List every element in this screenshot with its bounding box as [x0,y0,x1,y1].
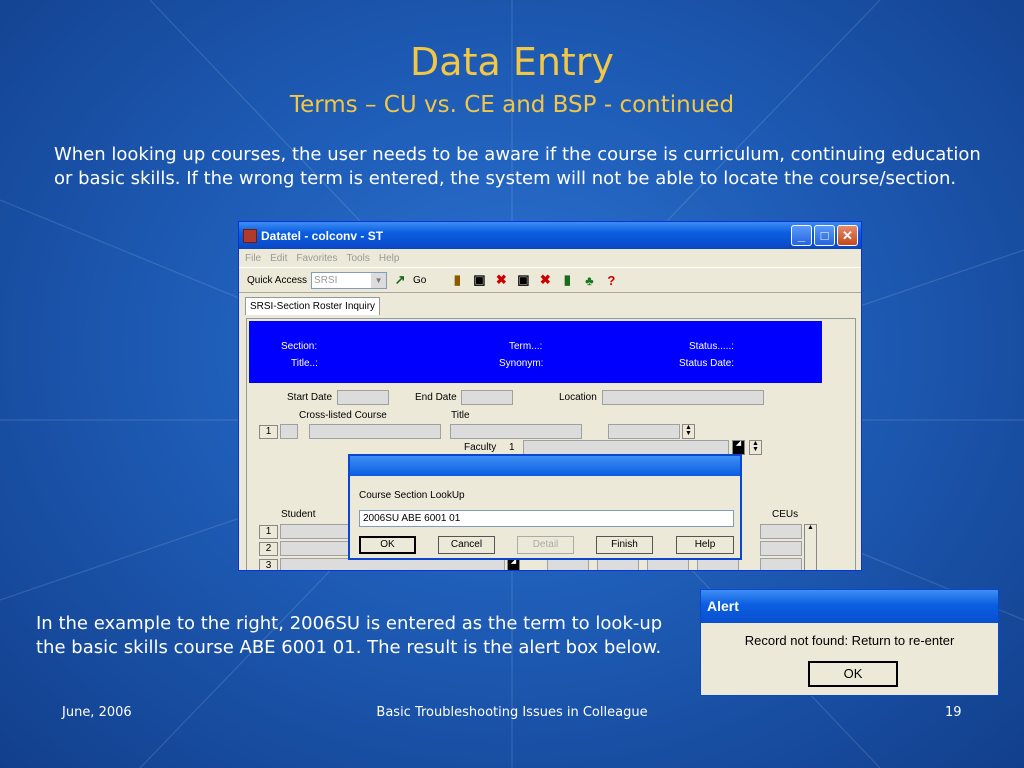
menu-tools[interactable]: Tools [346,253,369,264]
window-titlebar[interactable]: Datatel - colconv - ST _ □ ✕ [239,222,861,249]
detail-button[interactable]: Detail [517,536,574,554]
section-label: Section: [281,341,318,352]
row-number: 1 [259,425,278,439]
status-date-label: Status Date: [679,358,735,369]
maximize-button[interactable]: □ [814,225,835,246]
footer-title: Basic Troubleshooting Issues in Colleagu… [376,705,648,720]
alert-title: Alert [701,590,998,623]
ceus-field-1[interactable] [760,524,802,539]
cancel-all-icon[interactable]: ✖ [536,271,554,289]
alert-message: Record not found: Return to re-enter [744,633,955,648]
cross-spinner[interactable]: ▲ ▼ [682,424,695,439]
tab-section-roster-inquiry[interactable]: SRSI-Section Roster Inquiry [245,297,381,315]
student-field-2[interactable] [280,541,350,556]
alert-ok-button[interactable]: OK [808,661,898,687]
student-label: Student [281,509,316,520]
faculty-lookup-icon[interactable]: ◢ [732,440,745,455]
location-label: Location [559,392,597,403]
student-row-1: 1 [259,525,278,539]
exit-door-icon[interactable]: ▮ [448,271,466,289]
save-all-icon[interactable]: ▣ [514,271,532,289]
cross-title-field[interactable] [450,424,582,439]
cross-listed-flag[interactable] [280,424,298,439]
tree-icon[interactable]: ♣ [580,271,598,289]
status-label: Status.....: [689,341,735,352]
quick-access-select[interactable]: SRSI ▼ [311,271,388,289]
quick-access-value: SRSI [314,274,338,286]
cross-listed-label: Cross-listed Course [299,410,387,421]
cancel-x-icon[interactable]: ✖ [492,271,510,289]
end-date-field[interactable] [461,390,513,405]
cross-title-label: Title [451,410,470,421]
cross-extra-field[interactable] [608,424,680,439]
start-date-label: Start Date [287,392,333,403]
student-row-3: 3 [259,559,278,570]
student-scrollbar[interactable]: ▲ [804,524,817,570]
faculty-field[interactable] [523,440,729,455]
faculty-number: 1 [509,442,515,453]
go-button[interactable]: Go [413,275,426,286]
start-date-field[interactable] [337,390,389,405]
save-icon[interactable]: ▣ [470,271,488,289]
course-lookup-dialog: Course Section LookUp 2006SU ABE 6001 01… [348,454,742,560]
end-date-label: End Date [415,392,457,403]
ceus-label: CEUs [772,509,799,520]
student-row-2: 2 [259,542,278,556]
minimize-button[interactable]: _ [791,225,812,246]
ceus-field-3[interactable] [760,558,802,570]
window-title: Datatel - colconv - ST [261,228,384,243]
toolbar: Quick Access SRSI ▼ ↗ Go ▮ ▣ ✖ ▣ ✖ ▮ ♣ ? [239,267,861,293]
menu-favorites[interactable]: Favorites [296,253,337,264]
tab-strip: SRSI-Section Roster Inquiry [239,293,861,315]
chevron-down-icon: ▼ [371,272,387,288]
help-question-icon[interactable]: ? [602,271,620,289]
ceus-field-2[interactable] [760,541,802,556]
location-field[interactable] [602,390,764,405]
alert-dialog: Alert Record not found: Return to re-ent… [700,589,999,696]
menu-edit[interactable]: Edit [270,253,287,264]
synonym-label: Synonym: [499,358,544,369]
title-label: Title..: [291,358,318,369]
faculty-label: Faculty [464,442,497,453]
help-button[interactable]: Help [676,536,734,554]
menu-file[interactable]: File [245,253,261,264]
dialog-label: Course Section LookUp [359,490,465,501]
cancel-button[interactable]: Cancel [438,536,495,554]
course-lookup-input[interactable]: 2006SU ABE 6001 01 [359,510,734,527]
slide-number: 19 [945,705,962,720]
faculty-spinner[interactable]: ▲ ▼ [749,440,762,455]
menu-bar: File Edit Favorites Tools Help [239,249,861,267]
example-paragraph: In the example to the right, 2006SU is e… [36,613,663,658]
close-button[interactable]: ✕ [837,225,858,246]
term-label: Term...: [509,341,543,352]
finish-button[interactable]: Finish [596,536,653,554]
cross-listed-field[interactable] [309,424,441,439]
quick-access-label: Quick Access [247,274,308,286]
dialog-titlebar[interactable] [350,456,740,476]
finish-icon[interactable]: ▮ [558,271,576,289]
menu-help[interactable]: Help [379,253,400,264]
form-header: Section: Title..: Term...: Synonym: Stat… [249,321,822,383]
slide-title: Data Entry [410,40,614,84]
app-icon [243,228,257,243]
ok-button[interactable]: OK [359,536,416,554]
student-field-1[interactable] [280,524,350,539]
intro-paragraph: When looking up courses, the user needs … [54,144,981,189]
slide-subtitle: Terms – CU vs. CE and BSP - continued [289,92,735,118]
go-arrow-icon: ↗ [394,272,406,287]
